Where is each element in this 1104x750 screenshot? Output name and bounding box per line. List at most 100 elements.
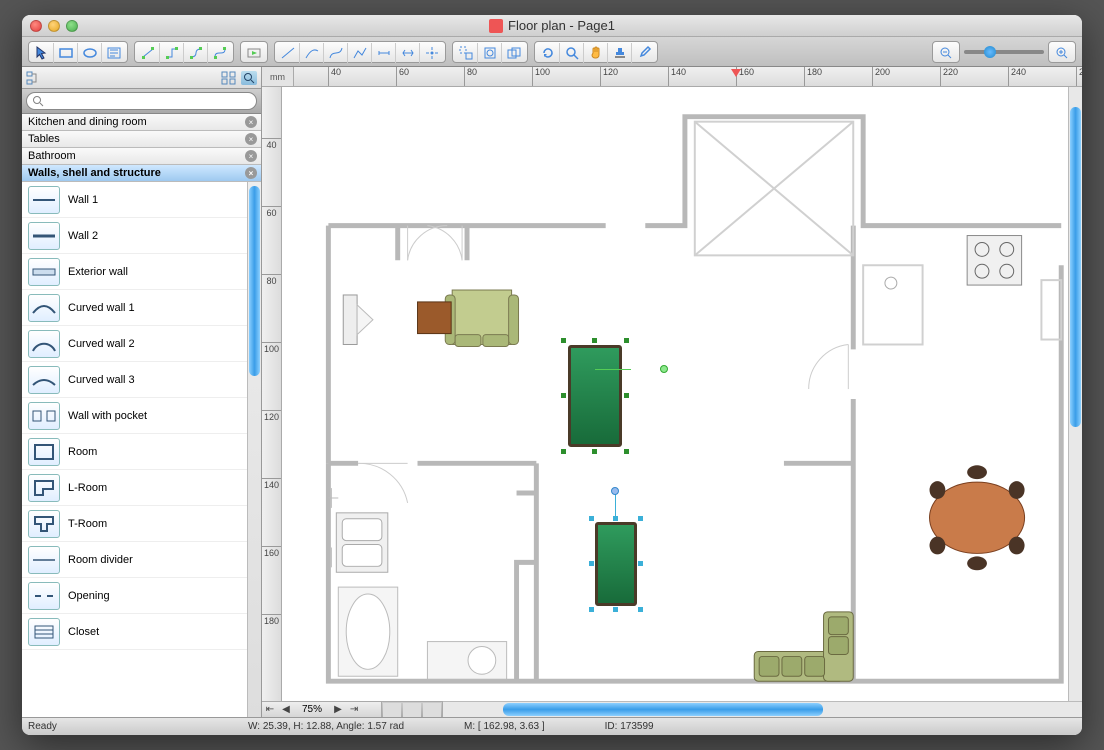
- shape-thumbnail-icon: [28, 294, 60, 322]
- shape-scrollbar[interactable]: [247, 182, 261, 717]
- shape-item[interactable]: Room: [22, 434, 247, 470]
- shape-item[interactable]: Opening: [22, 578, 247, 614]
- group-tool-2[interactable]: [478, 43, 502, 63]
- shape-item[interactable]: T-Room: [22, 506, 247, 542]
- line-tool-6[interactable]: [396, 43, 420, 63]
- category-row[interactable]: Bathroom×: [22, 148, 261, 165]
- line-tool-3[interactable]: [324, 43, 348, 63]
- ruler-vertical[interactable]: 406080100120140160180: [262, 87, 282, 701]
- shape-item[interactable]: Closet: [22, 614, 247, 650]
- search-view-icon[interactable]: [241, 71, 257, 85]
- close-icon[interactable]: ×: [245, 133, 257, 145]
- connector-tool-4[interactable]: [208, 43, 232, 63]
- zoom-slider[interactable]: [964, 50, 1044, 54]
- hand-tool[interactable]: [584, 43, 608, 63]
- shape-thumbnail-icon: [28, 582, 60, 610]
- category-row[interactable]: Tables×: [22, 131, 261, 148]
- zoom-button[interactable]: [66, 20, 78, 32]
- line-tool-1[interactable]: [276, 43, 300, 63]
- canvas-horizontal-scrollbar[interactable]: [443, 701, 1082, 717]
- first-page-button[interactable]: ⇤: [262, 704, 278, 715]
- shape-item[interactable]: Curved wall 3: [22, 362, 247, 398]
- shape-item[interactable]: Exterior wall: [22, 254, 247, 290]
- ruler-horizontal[interactable]: 406080100120140160180200220240260: [294, 67, 1082, 87]
- shape-thumbnail-icon: [28, 510, 60, 538]
- ruler-unit: mm: [262, 67, 294, 87]
- app-icon: [489, 19, 503, 33]
- category-row[interactable]: Kitchen and dining room×: [22, 114, 261, 131]
- zoom-tool[interactable]: [560, 43, 584, 63]
- close-icon[interactable]: ×: [245, 167, 257, 179]
- shape-label: Curved wall 1: [68, 302, 135, 314]
- insert-tool[interactable]: [242, 43, 266, 63]
- line-tool-2[interactable]: [300, 43, 324, 63]
- titlebar[interactable]: Floor plan - Page1: [22, 15, 1082, 37]
- shape-label: Closet: [68, 626, 99, 638]
- shape-item[interactable]: Wall 1: [22, 182, 247, 218]
- selected-object-pool-table-1[interactable]: [564, 341, 626, 451]
- group-tool-1[interactable]: [454, 43, 478, 63]
- text-tool[interactable]: [102, 43, 126, 63]
- shape-item[interactable]: L-Room: [22, 470, 247, 506]
- canvas-vertical-scrollbar[interactable]: [1068, 87, 1082, 701]
- category-row[interactable]: Walls, shell and structure×: [22, 165, 261, 182]
- shape-label: Wall 1: [68, 194, 98, 206]
- shape-thumbnail-icon: [28, 330, 60, 358]
- next-page-button[interactable]: ▶: [330, 704, 346, 715]
- status-ready: Ready: [28, 721, 248, 732]
- shape-list: Wall 1 Wall 2Exterior wall Curved wall 1 Cu…: [22, 182, 247, 717]
- close-button[interactable]: [30, 20, 42, 32]
- category-list: Kitchen and dining room×Tables×Bathroom×…: [22, 114, 261, 182]
- shape-thumbnail-icon: [28, 222, 60, 250]
- status-dimensions: W: 25.39, H: 12.88, Angle: 1.57 rad: [248, 721, 404, 732]
- shape-thumbnail-icon: [28, 618, 60, 646]
- refresh-tool[interactable]: [536, 43, 560, 63]
- shape-label: Room: [68, 446, 97, 458]
- last-page-button[interactable]: ⇥: [346, 704, 362, 715]
- connector-tool-1[interactable]: [136, 43, 160, 63]
- shape-item[interactable]: Wall 2: [22, 218, 247, 254]
- stamp-tool[interactable]: [608, 43, 632, 63]
- shape-label: Curved wall 2: [68, 338, 135, 350]
- ellipse-tool[interactable]: [78, 43, 102, 63]
- line-tool-7[interactable]: [420, 43, 444, 63]
- page-tabs[interactable]: [382, 701, 443, 717]
- shape-thumbnail-icon: [28, 546, 60, 574]
- page-controls: ⇤ ◀ 75% ▶ ⇥: [262, 701, 382, 717]
- shape-thumbnail-icon: [28, 258, 60, 286]
- shape-label: Opening: [68, 590, 110, 602]
- rotation-handle-icon[interactable]: [611, 487, 619, 495]
- grid-view-icon[interactable]: [221, 71, 237, 85]
- zoom-in-button[interactable]: [1050, 43, 1074, 63]
- status-mouse: M: [ 162.98, 3.63 ]: [464, 721, 545, 732]
- zoom-level[interactable]: 75%: [294, 704, 330, 715]
- window-title: Floor plan - Page1: [508, 18, 615, 33]
- shape-thumbnail-icon: [28, 186, 60, 214]
- line-tool-5[interactable]: [372, 43, 396, 63]
- shape-thumbnail-icon: [28, 474, 60, 502]
- close-icon[interactable]: ×: [245, 150, 257, 162]
- selected-object-pool-table-2[interactable]: [592, 519, 640, 609]
- shape-item[interactable]: Wall with pocket: [22, 398, 247, 434]
- prev-page-button[interactable]: ◀: [278, 704, 294, 715]
- tree-view-icon[interactable]: [26, 71, 42, 85]
- group-tool-3[interactable]: [502, 43, 526, 63]
- shape-label: Wall with pocket: [68, 410, 147, 422]
- minimize-button[interactable]: [48, 20, 60, 32]
- status-id: ID: 173599: [605, 721, 654, 732]
- connector-tool-3[interactable]: [184, 43, 208, 63]
- line-tool-4[interactable]: [348, 43, 372, 63]
- shape-item[interactable]: Curved wall 2: [22, 326, 247, 362]
- connector-tool-2[interactable]: [160, 43, 184, 63]
- drawing-canvas[interactable]: [282, 87, 1068, 701]
- zoom-out-button[interactable]: [934, 43, 958, 63]
- ruler-marker-icon[interactable]: [731, 69, 741, 77]
- eyedropper-tool[interactable]: [632, 43, 656, 63]
- shape-item[interactable]: Room divider: [22, 542, 247, 578]
- rotation-handle-icon[interactable]: [660, 365, 668, 373]
- select-tool[interactable]: [30, 43, 54, 63]
- rectangle-tool[interactable]: [54, 43, 78, 63]
- shape-item[interactable]: Curved wall 1: [22, 290, 247, 326]
- close-icon[interactable]: ×: [245, 116, 257, 128]
- search-input[interactable]: [26, 92, 257, 110]
